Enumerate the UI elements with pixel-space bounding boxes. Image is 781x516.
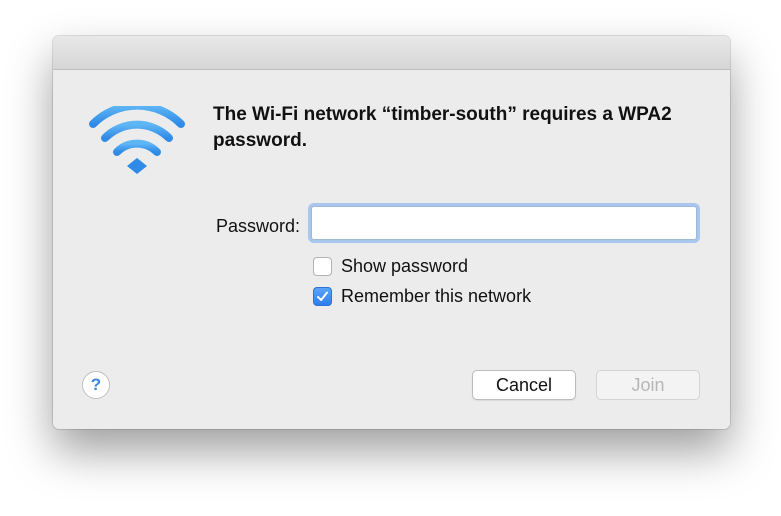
question-mark-icon: ? [90, 375, 102, 394]
remember-network-label[interactable]: Remember this network [341, 286, 531, 307]
password-input[interactable] [311, 206, 697, 240]
wifi-password-dialog: The Wi-Fi network “timber-south” require… [53, 36, 730, 429]
cancel-button[interactable]: Cancel [472, 370, 576, 400]
show-password-checkbox-row[interactable]: Show password [313, 255, 468, 277]
show-password-checkbox[interactable] [313, 256, 332, 276]
help-button[interactable]: ? [82, 371, 110, 399]
checkmark-icon [317, 291, 328, 301]
join-button[interactable]: Join [596, 370, 700, 400]
show-password-label[interactable]: Show password [341, 256, 468, 277]
password-label: Password: [215, 216, 300, 236]
remember-network-checkbox[interactable] [313, 286, 332, 306]
dialog-titlebar[interactable] [53, 36, 730, 70]
remember-network-checkbox-row[interactable]: Remember this network [313, 285, 531, 307]
dialog-message: The Wi-Fi network “timber-south” require… [213, 104, 672, 151]
wifi-icon [89, 106, 185, 174]
